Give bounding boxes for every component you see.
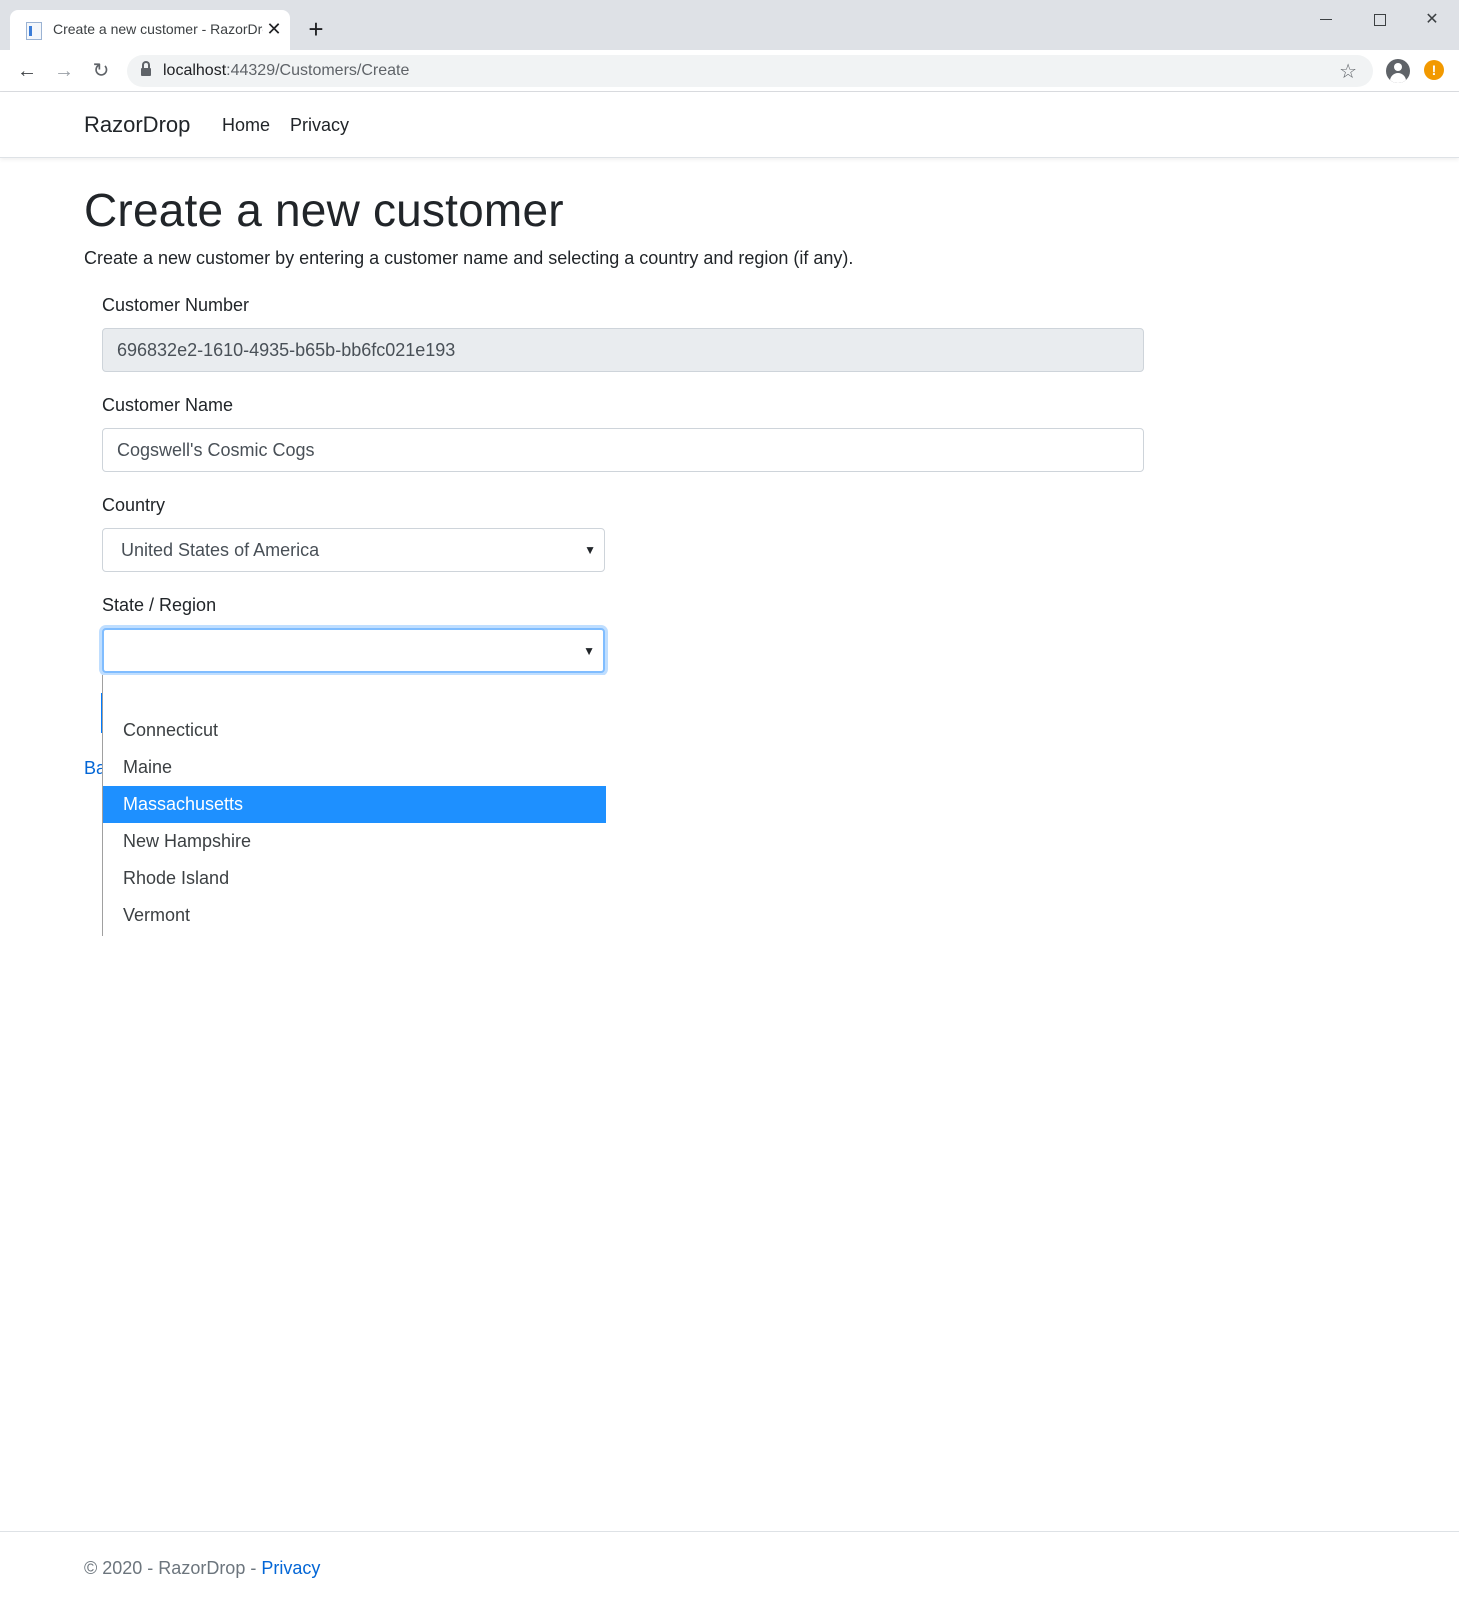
region-option-highlighted[interactable]: Massachusetts xyxy=(103,786,606,823)
chevron-down-icon: ▼ xyxy=(584,543,596,557)
page-favicon-icon xyxy=(26,22,42,40)
country-selected-value: United States of America xyxy=(121,540,320,560)
footer-text: © 2020 - RazorDrop - Privacy xyxy=(84,1558,320,1579)
region-dropdown-list: Connecticut Maine Massachusetts New Hamp… xyxy=(102,675,606,936)
url-text[interactable]: localhost:44329/Customers/Create xyxy=(163,62,409,80)
page-description: Create a new customer by entering a cust… xyxy=(84,248,854,268)
chevron-down-icon: ▼ xyxy=(583,644,595,658)
window-minimize-button[interactable] xyxy=(1306,6,1346,34)
url-path: :44329/Customers/Create xyxy=(226,62,410,79)
customer-number-field: 696832e2-1610-4935-b65b-bb6fc021e193 xyxy=(102,328,1144,372)
nav-link-privacy[interactable]: Privacy xyxy=(290,115,349,136)
browser-toolbar: ← → ↻ localhost:44329/Customers/Create ☆… xyxy=(0,50,1459,92)
tab-title: Create a new customer - RazorDrop xyxy=(53,21,263,37)
back-arrow-icon[interactable]: ← xyxy=(12,56,42,86)
window-maximize-button[interactable] xyxy=(1360,6,1400,34)
update-alert-icon[interactable]: ! xyxy=(1424,60,1444,80)
region-select[interactable]: ▼ xyxy=(102,628,605,673)
page-title: Create a new customer xyxy=(84,184,564,236)
tab-close-icon[interactable]: ✕ xyxy=(264,19,284,39)
customer-name-label: Customer Name xyxy=(102,395,234,415)
window-close-button[interactable]: ✕ xyxy=(1412,6,1452,34)
minimize-icon xyxy=(1320,19,1332,20)
bookmark-star-icon[interactable]: ☆ xyxy=(1339,59,1357,84)
maximize-icon xyxy=(1374,14,1386,26)
region-option[interactable]: New Hampshire xyxy=(103,823,606,860)
region-option[interactable]: Maine xyxy=(103,749,606,786)
url-host: localhost xyxy=(163,62,227,79)
customer-name-input[interactable]: Cogswell's Cosmic Cogs xyxy=(102,428,1144,472)
customer-number-label: Customer Number xyxy=(102,295,250,315)
site-footer: © 2020 - RazorDrop - Privacy xyxy=(0,1531,1459,1600)
browser-tab[interactable]: Create a new customer - RazorDrop ✕ xyxy=(10,10,290,50)
profile-avatar-icon[interactable] xyxy=(1386,59,1410,83)
reload-icon[interactable]: ↻ xyxy=(86,56,116,86)
region-label: State / Region xyxy=(102,595,217,615)
new-tab-button[interactable]: + xyxy=(302,16,330,44)
browser-tab-strip: Create a new customer - RazorDrop ✕ + ✕ xyxy=(0,0,1459,50)
footer-copyright: © 2020 - RazorDrop - xyxy=(84,1558,262,1578)
footer-privacy-link[interactable]: Privacy xyxy=(261,1558,320,1578)
country-select[interactable]: United States of America ▼ xyxy=(102,528,605,572)
nav-link-home[interactable]: Home xyxy=(222,115,270,136)
address-bar[interactable]: localhost:44329/Customers/Create ☆ xyxy=(127,55,1373,87)
site-navbar: RazorDrop Home Privacy xyxy=(0,92,1459,158)
region-option[interactable]: Vermont xyxy=(103,897,606,934)
brand-link[interactable]: RazorDrop xyxy=(84,112,190,138)
country-label: Country xyxy=(102,495,166,515)
region-option[interactable]: Connecticut xyxy=(103,712,606,749)
forward-arrow-icon[interactable]: → xyxy=(49,56,79,86)
region-option[interactable]: Rhode Island xyxy=(103,860,606,897)
lock-icon[interactable] xyxy=(141,61,151,77)
region-option-empty[interactable] xyxy=(103,675,606,712)
